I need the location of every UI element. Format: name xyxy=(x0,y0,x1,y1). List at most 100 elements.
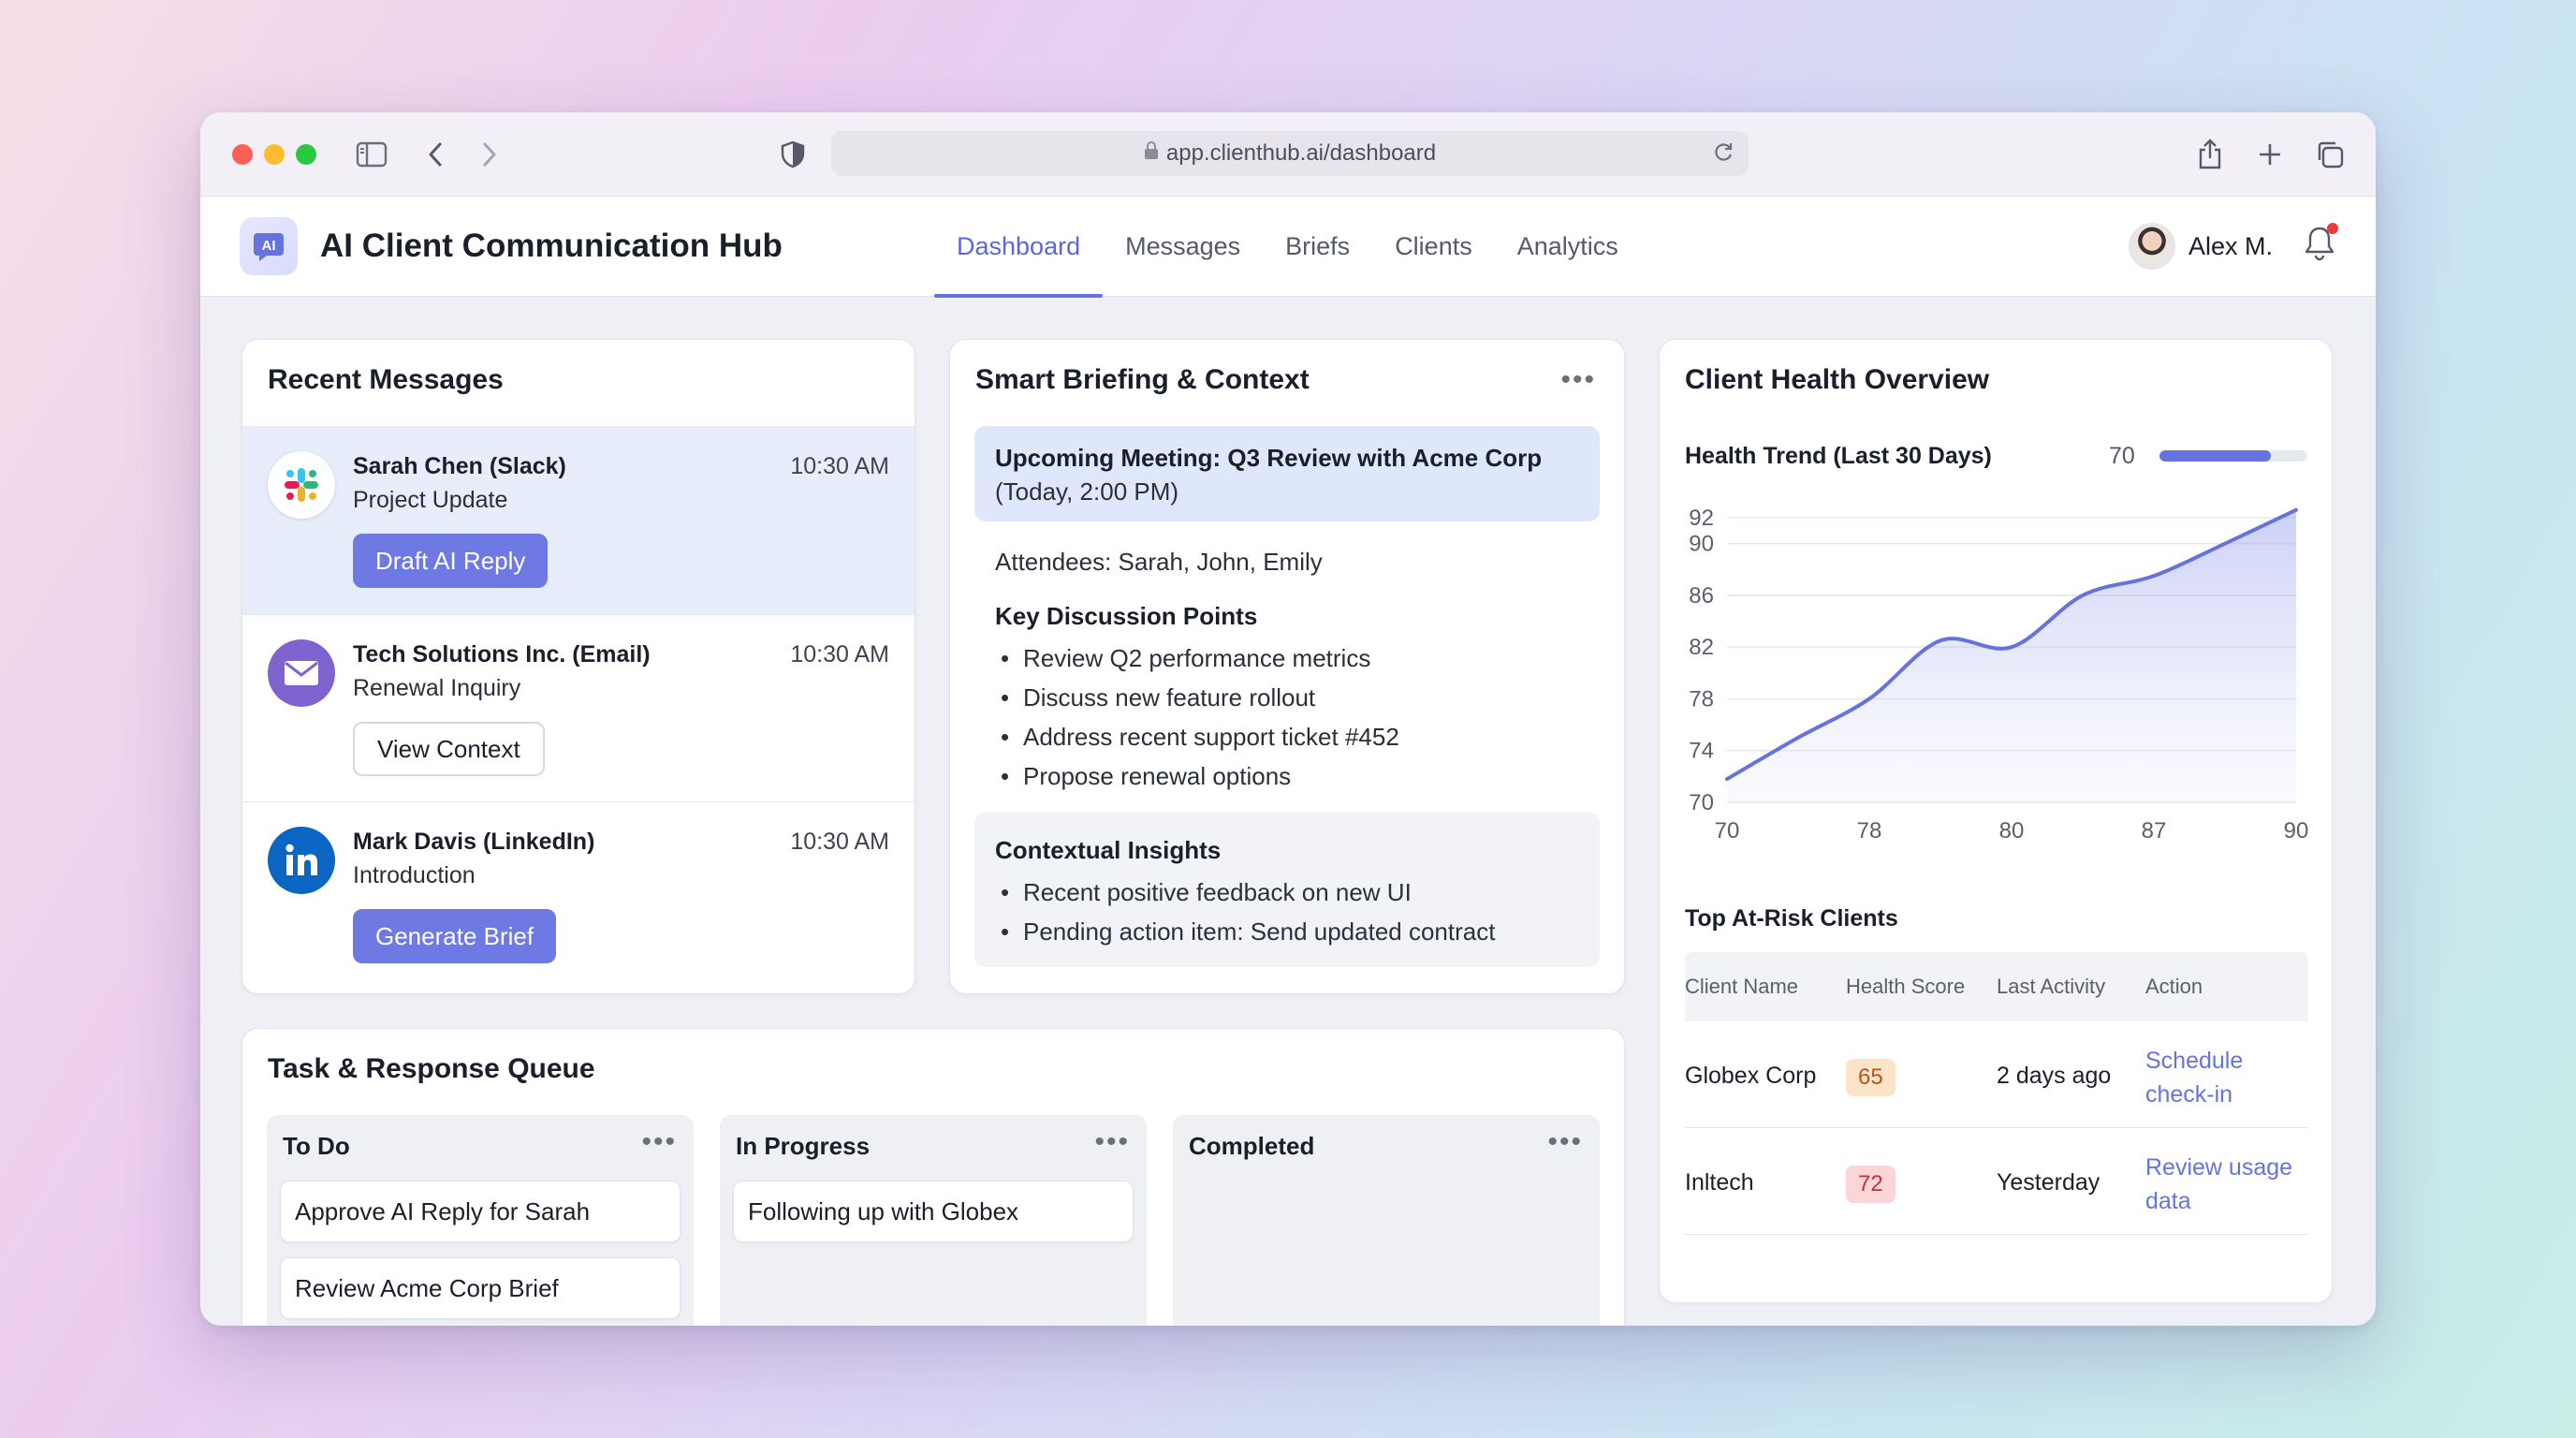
sidebar-toggle-icon[interactable] xyxy=(352,135,391,174)
table-row: Inltech 72 Yesterday Review usage data xyxy=(1685,1128,2308,1235)
last-activity: 2 days ago xyxy=(1997,1063,2112,1089)
maximize-window-button[interactable] xyxy=(296,143,316,165)
task-card[interactable]: Following up with Globex xyxy=(733,1181,1134,1242)
client-name: Globex Corp xyxy=(1685,1063,1817,1089)
at-risk-title: Top At-Risk Clients xyxy=(1685,905,1898,932)
avatar[interactable] xyxy=(2128,223,2175,270)
back-icon[interactable] xyxy=(416,135,455,174)
column-header: Last Activity xyxy=(1997,975,2106,998)
draft-ai-reply-button[interactable]: Draft AI Reply xyxy=(353,534,549,588)
y-tick-label: 78 xyxy=(1689,686,1714,712)
app-title: AI Client Communication Hub xyxy=(320,227,783,264)
nav-messages[interactable]: Messages xyxy=(1103,197,1263,297)
message-sender: Tech Solutions Inc. (Email) xyxy=(353,641,651,668)
card-title: Client Health Overview xyxy=(1685,364,1990,395)
x-tick-label: 90 xyxy=(2284,818,2309,844)
view-context-button[interactable]: View Context xyxy=(353,722,545,776)
nav-dashboard[interactable]: Dashboard xyxy=(934,197,1104,298)
address-bar[interactable]: app.clienthub.ai/dashboard xyxy=(831,131,1749,176)
nav-briefs[interactable]: Briefs xyxy=(1263,197,1372,297)
card-title: Recent Messages xyxy=(268,364,504,395)
more-options-icon[interactable]: ••• xyxy=(1560,366,1596,394)
x-tick-label: 87 xyxy=(2142,818,2167,844)
y-tick-label: 86 xyxy=(1689,583,1714,609)
generate-brief-button[interactable]: Generate Brief xyxy=(353,909,557,963)
link-line: Review usage xyxy=(2145,1154,2293,1181)
more-options-icon[interactable]: ••• xyxy=(641,1128,677,1156)
shield-icon[interactable] xyxy=(773,135,812,174)
message-item[interactable]: Sarah Chen (Slack) Project Update 10:30 … xyxy=(242,426,915,614)
app-header: AI AI Client Communication Hub Dashboard… xyxy=(200,197,2376,298)
y-tick-label: 74 xyxy=(1689,739,1714,764)
trend-label: Health Trend (Last 30 Days) xyxy=(1685,443,1992,469)
health-score-badge: 65 xyxy=(1846,1059,1895,1096)
smart-briefing-card: Smart Briefing & Context ••• Upcoming Me… xyxy=(949,339,1625,994)
list-item: Discuss new feature rollout xyxy=(995,678,1399,717)
nav-analytics[interactable]: Analytics xyxy=(1495,197,1641,297)
close-window-button[interactable] xyxy=(232,143,253,165)
x-tick-label: 70 xyxy=(1715,818,1740,844)
message-time: 10:30 AM xyxy=(790,829,889,855)
svg-text:AI: AI xyxy=(262,238,276,254)
message-sender: Sarah Chen (Slack) xyxy=(353,453,566,479)
kanban-column-in-progress: In Progress ••• Following up with Globex xyxy=(720,1115,1147,1326)
minimize-window-button[interactable] xyxy=(264,143,285,165)
column-header: Health Score xyxy=(1846,975,1966,998)
browser-toolbar: app.clienthub.ai/dashboard xyxy=(200,112,2376,197)
card-title: Smart Briefing & Context xyxy=(975,364,1310,395)
share-icon[interactable] xyxy=(2190,135,2230,174)
review-usage-data-link[interactable]: Review usage data xyxy=(2145,1151,2292,1218)
more-options-icon[interactable]: ••• xyxy=(1094,1128,1130,1156)
mail-icon xyxy=(268,639,335,707)
contextual-insights: Contextual Insights Recent positive feed… xyxy=(974,812,1600,967)
column-header: Action xyxy=(2145,975,2203,998)
message-item[interactable]: Tech Solutions Inc. (Email) Renewal Inqu… xyxy=(242,614,915,801)
y-tick-label: 90 xyxy=(1689,532,1714,557)
client-health-card: Client Health Overview Health Trend (Las… xyxy=(1659,339,2333,1303)
trend-value: 70 xyxy=(2109,443,2135,469)
notification-badge xyxy=(2327,223,2338,234)
section-heading: Key Discussion Points xyxy=(995,602,1258,630)
user-name: Alex M. xyxy=(2188,231,2273,260)
x-tick-label: 80 xyxy=(1999,818,2025,844)
attendees: Attendees: Sarah, John, Emily xyxy=(995,548,1323,576)
linkedin-icon xyxy=(268,827,335,894)
table-header: Client Name Health Score Last Activity A… xyxy=(1685,952,2308,1021)
notifications-button[interactable] xyxy=(2303,223,2340,266)
list-item: Address recent support ticket #452 xyxy=(995,717,1399,756)
user-menu[interactable]: Alex M. xyxy=(2128,223,2273,270)
message-item[interactable]: Mark Davis (LinkedIn) Introduction 10:30… xyxy=(242,801,915,989)
more-options-icon[interactable]: ••• xyxy=(1547,1128,1583,1156)
new-tab-icon[interactable] xyxy=(2250,135,2290,174)
task-card[interactable]: Approve AI Reply for Sarah xyxy=(280,1181,681,1242)
message-subject: Renewal Inquiry xyxy=(353,675,521,701)
list-item: Pending action item: Send updated contra… xyxy=(995,912,1579,951)
message-time: 10:30 AM xyxy=(790,453,889,479)
lock-icon xyxy=(1144,140,1159,167)
last-activity: Yesterday xyxy=(1997,1169,2100,1196)
task-queue-card: Task & Response Queue To Do ••• Approve … xyxy=(242,1028,1625,1326)
nav-clients[interactable]: Clients xyxy=(1372,197,1495,297)
table-row: Globex Corp 65 2 days ago Schedule check… xyxy=(1685,1021,2308,1128)
message-time: 10:30 AM xyxy=(790,641,889,668)
forward-icon[interactable] xyxy=(470,135,509,174)
column-title: In Progress xyxy=(736,1132,871,1160)
trend-progress-fill xyxy=(2159,450,2271,462)
link-line: Schedule xyxy=(2145,1048,2244,1074)
schedule-check-in-link[interactable]: Schedule check-in xyxy=(2145,1044,2243,1111)
list-item: Propose renewal options xyxy=(995,756,1399,796)
list-item: Recent positive feedback on new UI xyxy=(995,873,1579,912)
task-card[interactable]: Review Acme Corp Brief xyxy=(280,1257,681,1319)
link-line: check-in xyxy=(2145,1081,2233,1108)
link-line: data xyxy=(2145,1188,2191,1214)
column-header: Client Name xyxy=(1685,975,1799,998)
meeting-banner[interactable]: Upcoming Meeting: Q3 Review with Acme Co… xyxy=(974,426,1600,521)
x-tick-label: 78 xyxy=(1857,818,1882,844)
tabs-overview-icon[interactable] xyxy=(2310,135,2349,174)
meeting-time: (Today, 2:00 PM) xyxy=(995,477,1179,506)
column-title: Completed xyxy=(1189,1132,1315,1160)
reload-icon[interactable] xyxy=(1711,140,1735,171)
health-score-badge: 72 xyxy=(1846,1166,1895,1203)
recent-messages-card: Recent Messages Sarah Chen (Slack) Proje… xyxy=(242,339,915,994)
card-title: Task & Response Queue xyxy=(268,1053,595,1084)
